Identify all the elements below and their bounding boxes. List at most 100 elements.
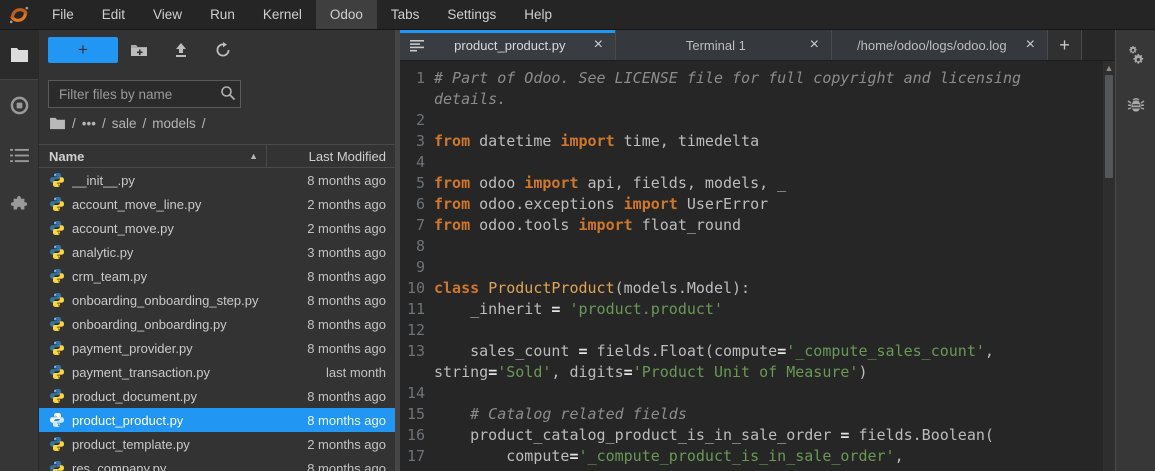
odoo-logo: [0, 0, 38, 29]
menu-help[interactable]: Help: [510, 0, 566, 29]
breadcrumb-models[interactable]: models: [152, 116, 196, 131]
close-icon[interactable]: ×: [590, 37, 607, 53]
refresh-icon[interactable]: [202, 37, 244, 63]
new-tab-button[interactable]: +: [1048, 30, 1082, 60]
file-row[interactable]: product_template.py2 months ago: [39, 432, 395, 456]
tab-label: /home/odoo/logs/odoo.log: [842, 38, 1022, 53]
file-row[interactable]: payment_provider.py8 months ago: [39, 336, 395, 360]
python-file-icon: [49, 244, 65, 260]
line-number: 13: [400, 341, 434, 362]
close-icon[interactable]: ×: [806, 37, 823, 53]
file-browser-toolbar: +: [39, 34, 395, 66]
menu-odoo[interactable]: Odoo: [316, 0, 377, 29]
tab--home-odoo-logs-odoo-log[interactable]: /home/odoo/logs/odoo.log×: [832, 30, 1048, 60]
line-number: 1: [400, 68, 434, 89]
code-text: [434, 320, 443, 341]
left-activity-bar: [0, 30, 38, 471]
code-text: [434, 110, 443, 131]
code-text: class ProductProduct(models.Model):: [434, 278, 750, 299]
new-folder-icon[interactable]: [118, 37, 160, 63]
menu-kernel[interactable]: Kernel: [249, 0, 316, 29]
column-header-last-modified[interactable]: Last Modified: [267, 149, 395, 164]
file-row[interactable]: analytic.py3 months ago: [39, 240, 395, 264]
file-modified: 8 months ago: [277, 389, 395, 404]
tab-label: product_product.py: [430, 38, 590, 53]
file-name: product_template.py: [72, 437, 277, 452]
menu-view[interactable]: View: [139, 0, 196, 29]
line-number: 14: [400, 383, 434, 404]
sidebar-tab-file-browser[interactable]: [0, 30, 38, 80]
tab-product-product-py[interactable]: product_product.py×: [400, 30, 616, 60]
menu-run[interactable]: Run: [196, 0, 249, 29]
code-line: 2: [400, 110, 1103, 131]
code-line: details.: [400, 89, 1103, 110]
python-file-icon: [49, 172, 65, 188]
column-header-name[interactable]: Name ▲: [39, 149, 266, 164]
tab-bar: product_product.py×Terminal 1×/home/odoo…: [400, 30, 1115, 61]
code-text: # Catalog related fields: [434, 404, 687, 425]
file-row[interactable]: payment_transaction.pylast month: [39, 360, 395, 384]
code-line: 16 product_catalog_product_is_in_sale_or…: [400, 425, 1103, 446]
menu-settings[interactable]: Settings: [433, 0, 510, 29]
file-name: analytic.py: [72, 245, 277, 260]
code-line: 9: [400, 257, 1103, 278]
file-name: payment_provider.py: [72, 341, 277, 356]
code-line: 11 _inherit = 'product.product': [400, 299, 1103, 320]
code-line: 3from datetime import time, timedelta: [400, 131, 1103, 152]
file-row[interactable]: product_document.py8 months ago: [39, 384, 395, 408]
code-text: from datetime import time, timedelta: [434, 131, 759, 152]
code-text: _inherit = 'product.product': [434, 299, 723, 320]
file-row[interactable]: product_product.py8 months ago: [39, 408, 395, 432]
sidebar-tab-extension-manager[interactable]: [0, 180, 38, 230]
code-text: from odoo.exceptions import UserError: [434, 194, 768, 215]
file-row[interactable]: onboarding_onboarding.py8 months ago: [39, 312, 395, 336]
line-number: 4: [400, 152, 434, 173]
new-launcher-button[interactable]: +: [48, 37, 118, 63]
file-row[interactable]: account_move.py2 months ago: [39, 216, 395, 240]
python-file-icon: [49, 292, 65, 308]
menu-edit[interactable]: Edit: [88, 0, 139, 29]
python-file-icon: [49, 364, 65, 380]
scrollbar-up-arrow-icon[interactable]: ▲: [1105, 61, 1114, 75]
menu-bar: FileEditViewRunKernelOdooTabsSettingsHel…: [0, 0, 1155, 30]
file-name: onboarding_onboarding_step.py: [72, 293, 277, 308]
file-row[interactable]: onboarding_onboarding_step.py8 months ag…: [39, 288, 395, 312]
upload-icon[interactable]: [160, 37, 202, 63]
file-list: __init__.py8 months agoaccount_move_line…: [39, 168, 395, 471]
line-number: 3: [400, 131, 434, 152]
filter-files-input[interactable]: [48, 80, 241, 108]
tab-terminal-1[interactable]: Terminal 1×: [616, 30, 832, 60]
file-row[interactable]: res_company.py8 months ago: [39, 456, 395, 471]
sidebar-tab-running-terminals-and-kernels[interactable]: [0, 80, 38, 130]
breadcrumb-sale[interactable]: sale: [112, 116, 137, 131]
breadcrumb-ellipsis[interactable]: •••: [82, 116, 96, 131]
line-number: 8: [400, 236, 434, 257]
editor-scrollbar[interactable]: ▲: [1103, 61, 1115, 471]
file-row[interactable]: __init__.py8 months ago: [39, 168, 395, 192]
sort-ascending-icon: ▲: [249, 151, 258, 161]
file-modified: 2 months ago: [277, 197, 395, 212]
code-text: [434, 257, 443, 278]
sidebar-tab-table-of-contents[interactable]: [0, 130, 38, 180]
home-folder-icon[interactable]: [49, 116, 66, 130]
menu-tabs[interactable]: Tabs: [377, 0, 434, 29]
property-inspector-gears-icon[interactable]: [1116, 30, 1155, 80]
menu-file[interactable]: File: [38, 0, 88, 29]
text-editor-icon: [410, 39, 424, 52]
python-file-icon: [49, 220, 65, 236]
file-row[interactable]: account_move_line.py2 months ago: [39, 192, 395, 216]
line-number: 5: [400, 173, 434, 194]
python-file-icon: [49, 196, 65, 212]
scrollbar-thumb[interactable]: [1105, 75, 1113, 178]
breadcrumb: / ••• / sale / models /: [39, 108, 395, 138]
code-editor[interactable]: 1# Part of Odoo. See LICENSE file for fu…: [400, 61, 1103, 471]
file-modified: 8 months ago: [277, 341, 395, 356]
bug-icon[interactable]: [1116, 80, 1155, 130]
file-modified: 2 months ago: [277, 437, 395, 452]
file-row[interactable]: crm_team.py8 months ago: [39, 264, 395, 288]
file-browser-panel: + /: [38, 30, 395, 471]
close-icon[interactable]: ×: [1022, 37, 1039, 53]
file-modified: last month: [277, 365, 395, 380]
file-name: onboarding_onboarding.py: [72, 317, 277, 332]
code-line: 5from odoo import api, fields, models, _: [400, 173, 1103, 194]
